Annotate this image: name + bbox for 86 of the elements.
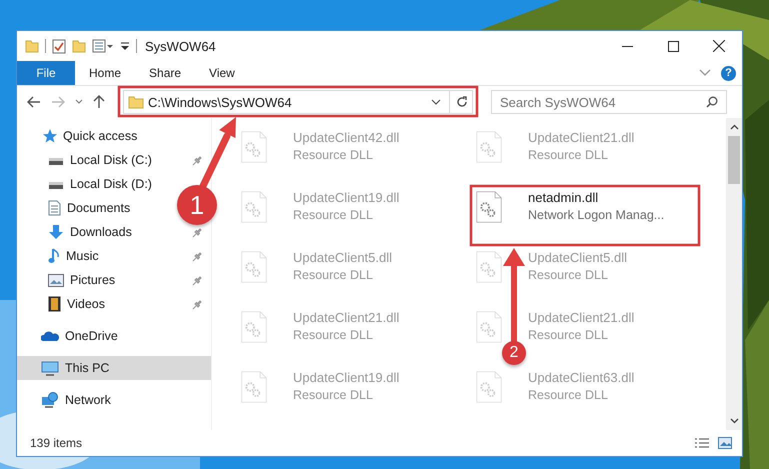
file-description: Resource DLL (293, 268, 374, 282)
nav-item[interactable]: Videos (48, 292, 105, 316)
ribbon-tab[interactable]: File (17, 61, 75, 85)
file-name: UpdateClient21.dll (528, 310, 634, 325)
file-description: Resource DLL (528, 388, 609, 402)
nav-item[interactable]: Music (48, 244, 99, 268)
pin-icon[interactable] (192, 226, 203, 238)
pin-icon[interactable] (192, 154, 203, 166)
pin-icon[interactable] (192, 250, 203, 262)
network-icon (41, 392, 59, 408)
file-name: UpdateClient21.dll (528, 130, 634, 145)
picture-frame-icon (48, 274, 64, 286)
properties-icon[interactable] (92, 39, 114, 53)
back-arrow-icon[interactable] (27, 96, 41, 108)
music-note-icon (48, 248, 60, 264)
maximize-icon (668, 40, 678, 52)
nav-item[interactable]: OneDrive (17, 324, 211, 348)
search-icon[interactable] (706, 96, 718, 108)
scroll-down-icon[interactable] (730, 418, 738, 424)
large-icons-view-icon[interactable] (718, 437, 732, 449)
file-name: UpdateClient5.dll (528, 250, 628, 265)
cloud-icon (41, 330, 59, 342)
dropdown-icon[interactable] (431, 99, 441, 105)
details-view-icon[interactable] (694, 436, 710, 450)
help-button[interactable]: ? (721, 66, 736, 80)
file-gear-icon (476, 309, 502, 345)
file-gear-icon (476, 369, 502, 405)
file-item[interactable]: netadmin.dll Network Logon Manag... (476, 189, 664, 225)
minimize-icon (622, 44, 632, 48)
file-description: Resource DLL (293, 388, 374, 402)
ribbon-tab[interactable]: Share (135, 61, 196, 85)
up-arrow-icon[interactable] (93, 95, 105, 109)
scroll-thumb[interactable] (728, 136, 740, 184)
file-name: UpdateClient19.dll (293, 190, 400, 205)
address-bar[interactable]: C:\Windows\SysWOW64 (123, 90, 473, 114)
file-description: Network Logon Manag... (528, 208, 664, 222)
pin-icon[interactable] (192, 298, 203, 310)
star-icon (41, 128, 57, 144)
nav-item[interactable]: This PC (17, 356, 211, 380)
file-gear-icon (241, 129, 267, 165)
file-gear-icon (476, 189, 502, 225)
scrollbar[interactable] (726, 118, 742, 430)
pin-icon[interactable] (192, 274, 203, 286)
ribbon-tab[interactable]: View (195, 61, 249, 85)
file-description: Resource DLL (293, 148, 374, 162)
customize-dropdown-icon[interactable] (120, 40, 130, 52)
item-count: 139 items (30, 436, 82, 450)
refresh-icon[interactable] (456, 96, 468, 108)
file-description: Resource DLL (293, 208, 374, 222)
file-gear-icon (476, 249, 502, 285)
address-path: C:\Windows\SysWOW64 (148, 94, 293, 110)
computer-icon (41, 360, 59, 376)
file-name: UpdateClient5.dll (293, 250, 392, 265)
file-name: UpdateClient42.dll (293, 130, 400, 145)
nav-item[interactable]: Downloads (48, 220, 132, 244)
folder-icon (128, 95, 144, 109)
file-name: UpdateClient21.dll (293, 310, 400, 325)
nav-item[interactable]: Network (17, 388, 211, 412)
nav-item[interactable]: Pictures (48, 268, 116, 292)
close-icon (713, 40, 725, 52)
file-gear-icon (476, 129, 502, 165)
file-name: netadmin.dll (528, 190, 600, 205)
file-description: Resource DLL (528, 268, 609, 282)
nav-item[interactable]: Local Disk (C:) (48, 148, 152, 172)
document-icon (48, 200, 61, 216)
expand-ribbon-icon[interactable] (699, 69, 711, 77)
ribbon-tab[interactable]: Home (75, 61, 136, 85)
file-description: Resource DLL (293, 328, 374, 342)
file-gear-icon (241, 369, 267, 405)
scroll-up-icon[interactable] (730, 124, 738, 130)
nav-item[interactable]: Documents (48, 196, 130, 220)
file-description: Resource DLL (528, 328, 609, 342)
file-gear-icon (241, 309, 267, 345)
recent-dropdown-icon[interactable] (75, 99, 83, 105)
file-description: Resource DLL (528, 148, 609, 162)
search-box[interactable]: Search SysWOW64 (491, 90, 727, 114)
nav-item[interactable]: Local Disk (D:) (48, 172, 152, 196)
nav-item[interactable]: Quick access (17, 124, 211, 148)
file-gear-icon (241, 189, 267, 225)
download-arrow-icon (48, 224, 64, 240)
file-gear-icon (241, 249, 267, 285)
checklist-icon[interactable] (52, 38, 66, 54)
window-title: SysWOW64 (145, 38, 216, 54)
file-name: UpdateClient19.dll (293, 370, 400, 385)
file-name: UpdateClient63.dll (528, 370, 634, 385)
film-strip-icon (48, 296, 61, 312)
